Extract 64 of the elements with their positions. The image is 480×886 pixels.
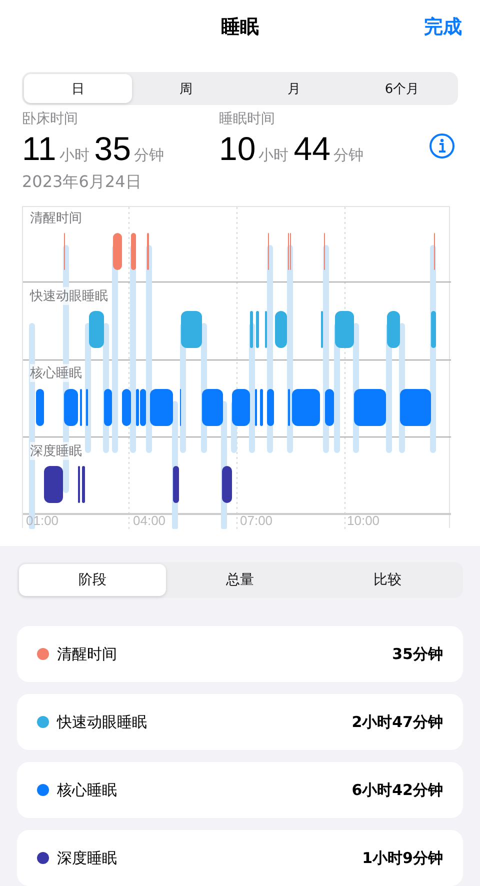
stat-number: 11	[22, 130, 56, 168]
stage-duration: 1小时9分钟	[362, 848, 443, 868]
period-tab[interactable]: 6个月	[348, 74, 456, 103]
sleep-stage-bar	[131, 233, 136, 270]
view-tab[interactable]: 阶段	[19, 564, 166, 596]
sleep-stage-bar	[44, 466, 63, 503]
view-tab[interactable]: 比较	[314, 564, 461, 596]
sleep-stage-bar	[275, 311, 287, 348]
sleep-stage-bar	[202, 389, 223, 426]
stage-name: 深度睡眠	[57, 848, 117, 868]
time-axis-label: 04:00	[132, 513, 167, 528]
stage-duration: 2小时47分钟	[352, 712, 443, 732]
sleep-stage-bar	[400, 389, 431, 426]
sleep-stage-bar	[292, 389, 320, 426]
sleep-stage-bar	[387, 311, 400, 348]
time-axis-label: 07:00	[239, 513, 274, 528]
sleep-stage-bar	[89, 311, 104, 348]
sleep-stage-bar	[173, 466, 179, 503]
stage-label: 清醒时间	[30, 209, 82, 227]
stat-label: 睡眠时间	[219, 110, 276, 128]
time-axis-label: 01:00	[25, 513, 60, 528]
sleep-stage-bar	[64, 389, 78, 426]
stage-duration: 6小时42分钟	[352, 780, 443, 800]
sleep-stage-bar	[354, 389, 386, 426]
stat-number: 44	[294, 130, 330, 168]
sleep-stage-bar	[36, 389, 44, 426]
stage-name: 核心睡眠	[57, 780, 117, 800]
sleep-stage-bar	[82, 466, 85, 503]
date-label: 2023年6月24日	[22, 172, 142, 193]
sleep-stage-bar	[232, 389, 250, 426]
time-axis-label: 10:00	[346, 513, 381, 528]
done-button[interactable]: 完成	[422, 12, 464, 42]
sleep-stage-bar	[325, 389, 334, 426]
stage-label: 核心睡眠	[30, 364, 82, 382]
stage-name: 清醒时间	[57, 644, 117, 664]
stage-name: 快速动眼睡眠	[57, 712, 147, 732]
sleep-stage-bar	[222, 466, 232, 503]
sleep-stage-bar	[122, 389, 131, 426]
sleep-stage-bar	[256, 311, 259, 348]
stat-number: 35	[94, 130, 131, 168]
stat-unit: 分钟	[134, 146, 164, 165]
sleep-stage-bar	[104, 389, 112, 426]
stat-number: 10	[219, 130, 256, 168]
sleep-stage-bar	[250, 311, 253, 348]
view-tab[interactable]: 总量	[166, 564, 314, 596]
stage-label: 深度睡眠	[30, 442, 82, 460]
sleep-stage-bar	[260, 389, 263, 426]
sleep-stage-bar	[113, 233, 122, 270]
sleep-stage-bar	[267, 389, 274, 426]
sleep-stage-bar	[181, 311, 202, 348]
stage-label: 快速动眼睡眠	[30, 286, 108, 304]
stat-unit: 小时	[59, 146, 90, 165]
stat-unit: 分钟	[333, 146, 364, 165]
period-tab[interactable]: 月	[240, 74, 348, 103]
stat-unit: 小时	[258, 146, 289, 165]
sleep-stage-bar	[150, 389, 173, 426]
info-icon[interactable]	[429, 133, 455, 159]
period-tab[interactable]: 周	[132, 74, 240, 103]
period-tab[interactable]: 日	[24, 74, 132, 103]
sleep-stage-bar	[431, 311, 436, 348]
stage-duration: 35分钟	[392, 644, 443, 664]
stat-label: 卧床时间	[22, 110, 79, 128]
screen-title: 睡眠	[221, 15, 259, 40]
sleep-stage-bar	[335, 311, 354, 348]
